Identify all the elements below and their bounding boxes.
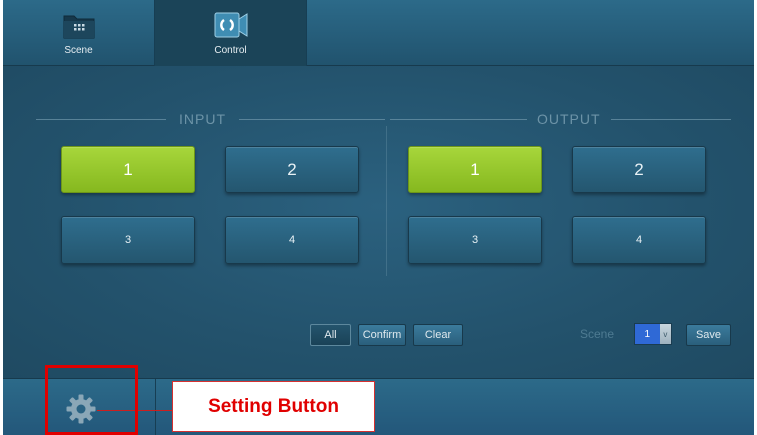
output-header-line-right — [611, 119, 731, 120]
save-button[interactable]: Save — [686, 324, 731, 346]
matrix-control-app: Scene Control INPUT OUTPUT 1 2 3 4 1 2 3… — [3, 0, 754, 435]
scene-select-value: 1 — [635, 324, 660, 344]
scene-label: Scene — [580, 327, 615, 341]
input-port-2[interactable]: 2 — [225, 146, 359, 193]
output-port-3[interactable]: 3 — [408, 216, 542, 264]
control-panel: INPUT OUTPUT 1 2 3 4 1 2 3 4 All Confirm… — [3, 66, 754, 378]
input-title: INPUT — [179, 111, 226, 127]
tab-scene[interactable]: Scene — [3, 0, 155, 66]
callout-connector — [97, 410, 172, 411]
input-port-4[interactable]: 4 — [225, 216, 359, 264]
top-tab-bar: Scene Control — [3, 0, 754, 66]
clear-button[interactable]: Clear — [413, 324, 463, 346]
all-button[interactable]: All — [310, 324, 351, 346]
input-port-3[interactable]: 3 — [61, 216, 195, 264]
output-port-4[interactable]: 4 — [572, 216, 706, 264]
input-header-line-right — [239, 119, 385, 120]
tab-control-label: Control — [214, 45, 247, 56]
output-port-2[interactable]: 2 — [572, 146, 706, 193]
bottom-separator — [155, 379, 156, 435]
chevron-down-icon[interactable]: v — [659, 324, 671, 344]
control-switch-icon — [214, 12, 247, 38]
output-header-line-left — [390, 119, 527, 120]
folder-grid-icon — [63, 15, 94, 39]
section-divider — [386, 126, 387, 276]
input-header-line-left — [36, 119, 166, 120]
output-port-1[interactable]: 1 — [408, 146, 542, 193]
confirm-button[interactable]: Confirm — [358, 324, 406, 346]
setting-button-callout: Setting Button — [172, 381, 375, 432]
tab-control[interactable]: Control — [155, 0, 307, 66]
gear-icon[interactable] — [65, 393, 97, 425]
tab-scene-label: Scene — [64, 45, 93, 56]
output-title: OUTPUT — [537, 111, 601, 127]
scene-select[interactable]: 1 v — [634, 323, 672, 345]
bottom-bar — [3, 378, 754, 435]
input-port-1[interactable]: 1 — [61, 146, 195, 193]
